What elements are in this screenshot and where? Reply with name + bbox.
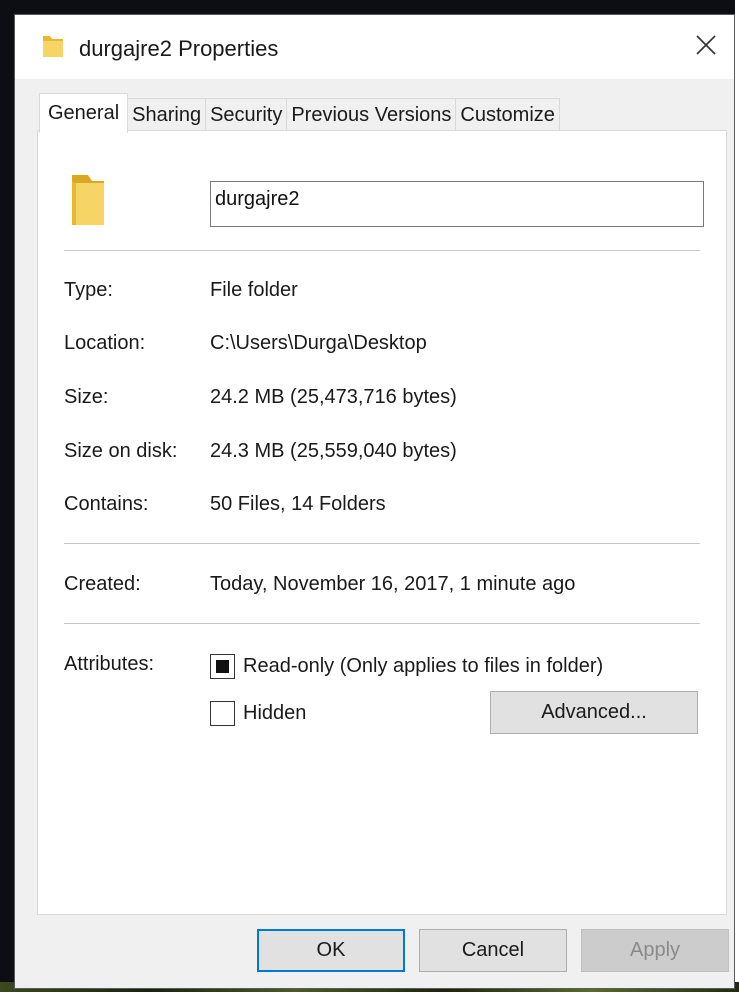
tab-security[interactable]: Security <box>205 98 288 131</box>
background-edge <box>735 0 739 992</box>
tab-strip: General Sharing Security Previous Versio… <box>39 93 560 133</box>
cancel-button[interactable]: Cancel <box>419 929 567 972</box>
general-panel: Type: File folder Location: C:\Users\Dur… <box>37 130 727 915</box>
size-label: Size: <box>64 386 109 408</box>
title-bar: durgajre2 Properties <box>15 15 734 79</box>
contains-label: Contains: <box>64 493 149 515</box>
hidden-label[interactable]: Hidden <box>243 702 306 725</box>
tab-previous-versions[interactable]: Previous Versions <box>286 98 457 131</box>
tab-customize[interactable]: Customize <box>455 98 560 131</box>
window-title: durgajre2 Properties <box>79 36 279 61</box>
location-label: Location: <box>64 332 146 354</box>
type-value: File folder <box>210 279 298 301</box>
size-on-disk-value: 24.3 MB (25,559,040 bytes) <box>210 440 457 462</box>
separator <box>64 250 700 251</box>
tab-general[interactable]: General <box>39 93 129 133</box>
folder-icon <box>41 33 65 59</box>
folder-icon <box>68 171 108 229</box>
readonly-checkbox[interactable] <box>210 654 235 679</box>
readonly-label[interactable]: Read-only (Only applies to files in fold… <box>243 655 603 678</box>
hidden-checkbox[interactable] <box>210 701 235 726</box>
close-button[interactable] <box>686 27 726 67</box>
type-label: Type: <box>64 279 113 301</box>
created-label: Created: <box>64 573 141 595</box>
ok-button[interactable]: OK <box>257 929 405 972</box>
close-icon <box>695 34 717 61</box>
size-value: 24.2 MB (25,473,716 bytes) <box>210 386 457 408</box>
advanced-button[interactable]: Advanced... <box>490 691 698 734</box>
location-value: C:\Users\Durga\Desktop <box>210 332 427 354</box>
properties-dialog: durgajre2 Properties General Sharing Sec… <box>14 14 735 989</box>
apply-button[interactable]: Apply <box>581 929 729 972</box>
contains-value: 50 Files, 14 Folders <box>210 493 386 515</box>
tab-sharing[interactable]: Sharing <box>127 98 207 131</box>
created-value: Today, November 16, 2017, 1 minute ago <box>210 573 576 595</box>
attributes-label: Attributes: <box>64 653 155 675</box>
separator <box>64 623 700 624</box>
size-on-disk-label: Size on disk: <box>64 440 178 462</box>
folder-name-field[interactable] <box>210 181 704 227</box>
separator <box>64 543 700 544</box>
